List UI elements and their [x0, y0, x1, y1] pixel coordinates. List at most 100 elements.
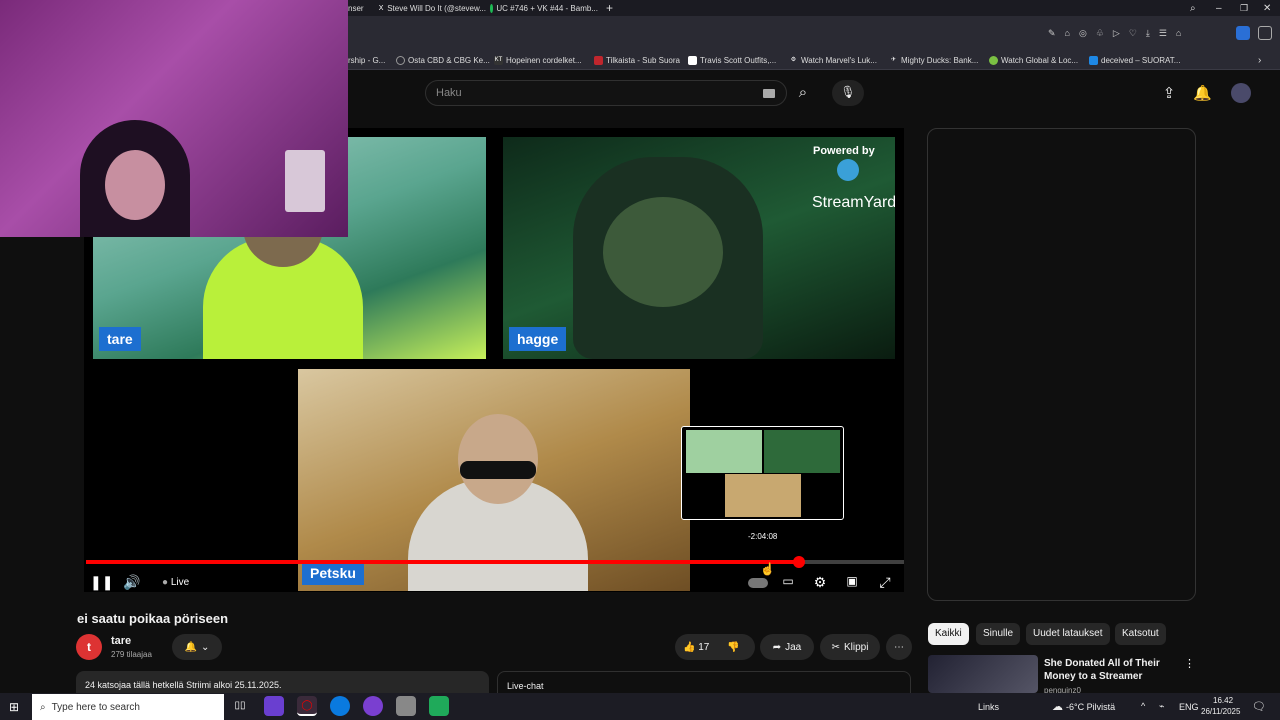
tab-label: Steve Will Do It (@stevew... — [387, 3, 486, 13]
bookmark-icon: KT — [494, 55, 503, 65]
participant-name-tag: tare — [99, 327, 141, 351]
bookmark-item[interactable]: ✈ Mighty Ducks: Bank... — [889, 53, 978, 67]
upload-icon[interactable]: ⇪ — [1160, 84, 1178, 102]
more-options-icon[interactable]: ⋮ — [1184, 657, 1195, 670]
live-indicator[interactable]: ● Live — [162, 577, 189, 588]
recommended-thumbnail[interactable] — [928, 655, 1038, 693]
subscriber-count: 279 tilaajaa — [111, 650, 152, 659]
search-icon: ⌕ — [40, 701, 46, 713]
network-icon[interactable]: ⌁ — [1159, 701, 1164, 712]
restore-icon[interactable]: ❐ — [1240, 1, 1248, 15]
channel-name[interactable]: tare — [111, 635, 131, 647]
messenger-app-icon[interactable] — [363, 696, 383, 716]
language-indicator[interactable]: ENG — [1179, 702, 1199, 712]
preview-tile — [764, 430, 840, 473]
progress-bar[interactable] — [86, 556, 904, 568]
extension-icon[interactable] — [1258, 26, 1272, 40]
chip-uudet-lataukset[interactable]: Uudet lataukset — [1026, 623, 1110, 645]
volume-icon[interactable]: 🔊 — [123, 574, 140, 591]
subtitles-icon[interactable]: ▭ — [780, 574, 796, 588]
watermark-powered-by: Powered by — [813, 145, 875, 157]
bookmark-item[interactable]: rship - G... — [348, 53, 385, 67]
extension-icon[interactable] — [1236, 26, 1250, 40]
notifications-bell-icon[interactable]: 🔔 — [1193, 84, 1212, 102]
close-window-icon[interactable]: ✕ — [1263, 1, 1271, 15]
new-tab-button[interactable]: + — [606, 1, 618, 15]
app-icon[interactable] — [396, 696, 416, 716]
tab-label: nser — [348, 3, 364, 13]
chevron-down-icon: ⌄ — [201, 641, 210, 653]
mouse-cursor-icon: ☝ — [760, 562, 775, 576]
live-chat-label: Live-chat — [507, 681, 544, 691]
settings-gear-icon[interactable]: ⚙ — [812, 574, 828, 591]
subscribe-bell-button[interactable]: 🔔 ⌄ — [172, 634, 222, 660]
microphone-icon: 🎙 — [840, 85, 856, 99]
bookmark-label: Travis Scott Outfits,... — [700, 55, 777, 65]
browser-tab[interactable]: UC #746 + VK #44 - Bamb... — [490, 1, 598, 15]
bookmark-item[interactable]: Travis Scott Outfits,... — [688, 53, 776, 67]
bookmark-item[interactable]: Tilkaista - Sub Suora — [594, 53, 680, 67]
theater-mode-icon[interactable]: ▣ — [844, 574, 860, 588]
bookmark-label: Tilkaista - Sub Suora — [606, 55, 680, 65]
scissors-icon: ✂ — [831, 641, 840, 653]
participant-tile-petsku: Petsku — [298, 369, 690, 591]
task-view-icon[interactable]: ▯▯ — [230, 696, 250, 716]
account-avatar[interactable] — [1231, 83, 1251, 103]
cloud-weather-icon: ☁ — [1052, 701, 1063, 713]
bell-icon: 🔔 — [184, 641, 198, 653]
clip-button[interactable]: ✂ Klippi — [820, 634, 880, 660]
windows-start-icon[interactable]: ⊞ — [9, 700, 19, 714]
like-button[interactable]: 👍 17 — [683, 642, 709, 653]
edge-app-icon[interactable] — [330, 696, 350, 716]
bookmark-item[interactable]: KT Hopeinen cordelket... — [494, 53, 582, 67]
search-tabs-icon[interactable]: ⌕ — [1190, 1, 1196, 15]
watermark-streamyard: StreamYard — [812, 194, 895, 211]
clock-time[interactable]: 16.42 — [1213, 696, 1233, 705]
opera-app-icon[interactable]: ◯ — [297, 696, 317, 716]
more-actions-icon[interactable]: ⋯ — [886, 634, 912, 660]
pause-icon[interactable]: ❚❚ — [90, 574, 113, 591]
links-toolbar-label[interactable]: Links — [978, 702, 999, 712]
bookmark-item[interactable]: ⚙ Watch Marvel's Luk... — [789, 53, 877, 67]
notification-center-icon[interactable]: 🗨 — [1252, 700, 1266, 713]
chip-sinulle[interactable]: Sinulle — [976, 623, 1021, 645]
taskbar-search-input[interactable]: ⌕ Type here to search — [32, 694, 224, 720]
autoplay-toggle[interactable] — [748, 578, 768, 588]
live-dot-icon: ● — [162, 577, 169, 588]
minimize-icon[interactable]: – — [1216, 1, 1222, 15]
share-button[interactable]: ➦ Jaa — [760, 634, 814, 660]
search-icon[interactable]: ⌕ — [794, 84, 812, 101]
voice-search-button[interactable]: 🎙 — [832, 80, 864, 106]
preview-tile — [686, 430, 762, 473]
webcam-overlay — [0, 0, 348, 237]
bookmark-item[interactable]: deceived – SUORAT... — [1089, 53, 1180, 67]
app-icon[interactable] — [429, 696, 449, 716]
x-logo-icon: X — [378, 4, 384, 12]
scrub-preview-thumbnail — [681, 426, 844, 520]
bookmark-label: Watch Marvel's Luk... — [801, 55, 877, 65]
keyboard-icon[interactable] — [763, 89, 775, 98]
channel-avatar[interactable]: t — [76, 634, 102, 660]
extension-icons[interactable]: ✎⌂◎♧▷♡⤓☰⌂ — [1048, 28, 1228, 40]
bookmark-icon — [688, 55, 697, 65]
recommended-title[interactable]: She Donated All of Their Money to a Stre… — [1044, 657, 1184, 683]
bookmark-icon — [396, 55, 405, 65]
chip-katsotut[interactable]: Katsotut — [1115, 623, 1166, 645]
weather-text[interactable]: -6°C Pilvistä — [1066, 702, 1115, 712]
streamyard-logo-icon — [837, 159, 859, 181]
dislike-icon[interactable]: 👎 — [727, 642, 739, 653]
browser-tab[interactable]: nser — [348, 1, 372, 15]
bookmarks-overflow-icon[interactable]: › — [1258, 53, 1261, 67]
tray-expand-icon[interactable]: ^ — [1141, 701, 1145, 711]
search-input[interactable]: Haku — [425, 80, 787, 106]
clock-date[interactable]: 26/11/2025 — [1201, 707, 1240, 716]
chip-kaikki[interactable]: Kaikki — [928, 623, 969, 645]
bookmark-item[interactable]: Watch Global & Loc... — [989, 53, 1078, 67]
bookmark-item[interactable]: Osta CBD & CBG Ke... — [396, 53, 490, 67]
bookmark-label: deceived – SUORAT... — [1101, 55, 1181, 65]
fullscreen-icon[interactable]: ⤢ — [877, 574, 893, 591]
browser-tab[interactable]: X Steve Will Do It (@stevew... — [378, 1, 486, 15]
progress-fill — [86, 560, 800, 564]
copilot-app-icon[interactable] — [264, 696, 284, 716]
like-count: 17 — [698, 641, 710, 653]
